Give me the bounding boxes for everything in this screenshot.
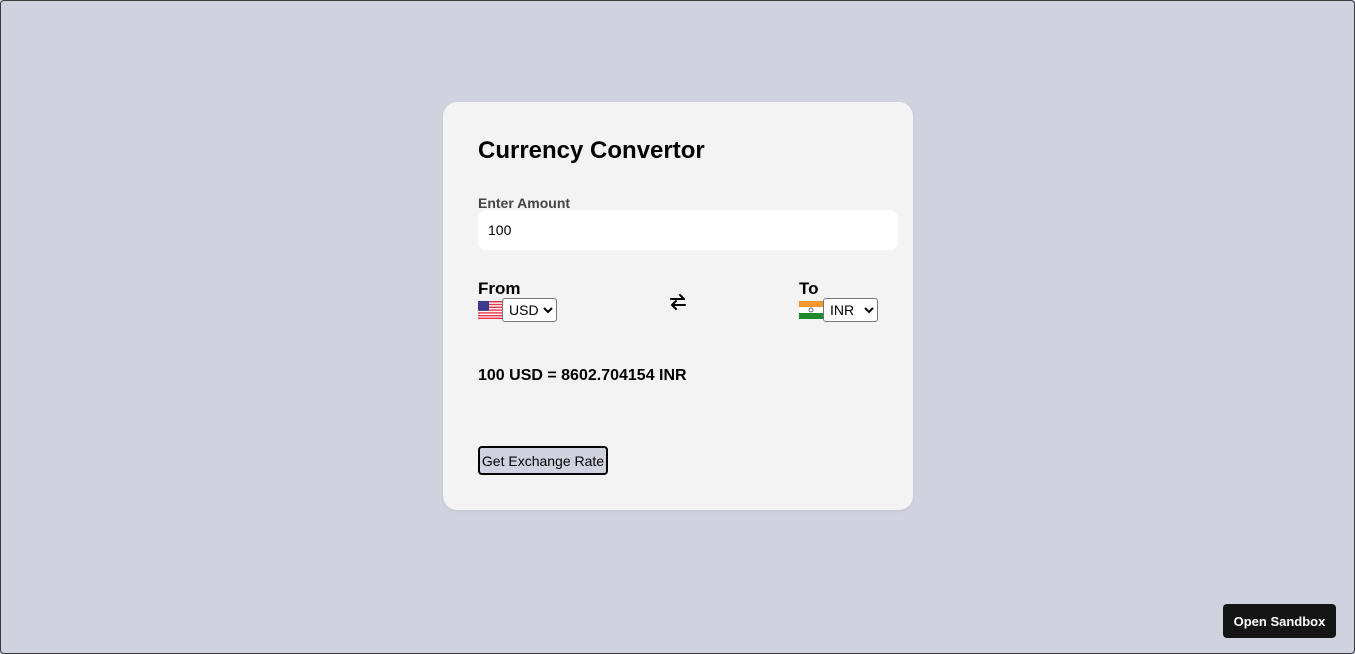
get-exchange-rate-button[interactable]: Get Exchange Rate: [478, 446, 608, 475]
amount-label: Enter Amount: [478, 195, 571, 211]
from-currency-group: USD: [478, 298, 557, 322]
amount-input[interactable]: [478, 210, 898, 250]
to-currency-group: INR: [799, 298, 878, 322]
to-currency-select[interactable]: INR: [823, 298, 878, 322]
swap-arrows-icon[interactable]: [669, 292, 687, 312]
conversion-result: 100 USD = 8602.704154 INR: [478, 367, 687, 384]
open-sandbox-button[interactable]: Open Sandbox: [1223, 604, 1336, 638]
to-label: To: [799, 279, 819, 298]
page-title: Currency Convertor: [478, 137, 705, 164]
india-flag-icon: [799, 301, 823, 319]
us-flag-icon: [478, 301, 502, 319]
converter-card: Currency Convertor Enter Amount From USD…: [443, 102, 913, 510]
from-currency-select[interactable]: USD: [502, 298, 557, 322]
from-label: From: [478, 279, 521, 298]
